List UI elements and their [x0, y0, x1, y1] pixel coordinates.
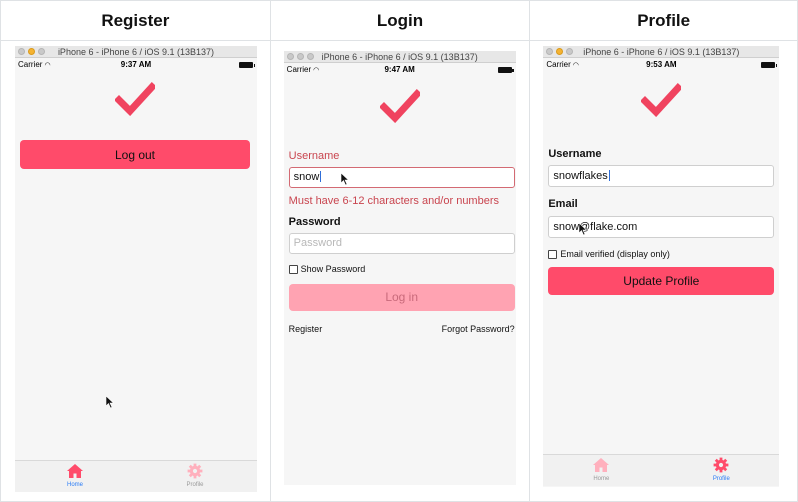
tab-home-label: Home [593, 476, 610, 482]
text-caret [320, 171, 322, 182]
battery-icon [239, 62, 255, 68]
simulator-profile: iPhone 6 - iPhone 6 / iOS 9.1 (13B137) C… [543, 46, 780, 487]
forgot-password-link[interactable]: Forgot Password? [442, 324, 515, 334]
window-titlebar: iPhone 6 - iPhone 6 / iOS 9.1 (13B137) [283, 51, 516, 63]
gear-icon [187, 463, 203, 479]
email-verified-label: Email verified (display only) [560, 249, 670, 259]
tab-profile-label: Profile [712, 476, 730, 482]
comparison-table: Register Login Profile iPhone 6 - iPhone… [0, 0, 798, 502]
home-icon [67, 464, 83, 478]
simulator-register: iPhone 6 - iPhone 6 / iOS 9.1 (13B137) C… [15, 46, 257, 492]
status-time: 9:37 AM [120, 60, 152, 69]
email-value: snow@flake.com [553, 221, 638, 233]
tab-profile-label: Profile [186, 482, 204, 488]
battery-icon [497, 67, 514, 73]
status-time: 9:47 AM [384, 65, 415, 74]
username-value: snowflakes [553, 170, 608, 182]
email-verified-checkbox [548, 250, 558, 259]
zoom-window-icon[interactable] [38, 48, 45, 55]
checkmark-logo-icon [640, 83, 684, 118]
show-password-checkbox[interactable] [288, 265, 298, 274]
status-bar: Carrier ◠ 9:47 AM [284, 63, 516, 77]
zoom-window-icon[interactable] [306, 53, 314, 60]
profile-cell: iPhone 6 - iPhone 6 / iOS 9.1 (13B137) C… [529, 40, 798, 502]
tab-bar: Home Profile [543, 454, 780, 486]
window-title: iPhone 6 - iPhone 6 / iOS 9.1 (13B137) [321, 52, 478, 62]
mouse-cursor-icon [106, 396, 114, 408]
home-icon [593, 458, 610, 472]
password-field[interactable]: Password [288, 233, 515, 254]
update-profile-button[interactable]: Update Profile [548, 267, 775, 295]
minimize-window-icon[interactable] [296, 53, 304, 60]
minimize-window-icon[interactable] [28, 48, 35, 55]
register-link[interactable]: Register [289, 324, 323, 334]
username-label: Username [288, 150, 340, 162]
window-title: iPhone 6 - iPhone 6 / iOS 9.1 (13B137) [583, 47, 740, 57]
gear-icon [713, 457, 729, 473]
status-bar: Carrier ◠ 9:53 AM [543, 58, 779, 72]
status-time: 9:53 AM [646, 60, 677, 69]
tab-bar: Home Profile [15, 460, 257, 492]
close-window-icon[interactable] [286, 53, 294, 60]
tab-home[interactable]: Home [571, 455, 631, 482]
mouse-cursor-icon [340, 173, 349, 185]
close-window-icon[interactable] [18, 48, 25, 55]
header-profile: Profile [529, 0, 798, 41]
minimize-window-icon[interactable] [556, 48, 564, 55]
battery-icon [761, 62, 778, 68]
tab-profile[interactable]: Profile [165, 461, 225, 488]
close-window-icon[interactable] [546, 48, 554, 55]
window-titlebar: iPhone 6 - iPhone 6 / iOS 9.1 (13B137) [543, 46, 780, 58]
header-login: Login [269, 0, 531, 41]
email-label: Email [548, 198, 578, 210]
window-title: iPhone 6 - iPhone 6 / iOS 9.1 (13B137) [57, 47, 215, 57]
login-button[interactable]: Log in [288, 284, 515, 311]
checkmark-logo-icon [114, 82, 157, 117]
mouse-cursor-icon [579, 223, 588, 235]
username-label: Username [548, 148, 602, 160]
simulator-login: iPhone 6 - iPhone 6 / iOS 9.1 (13B137) C… [283, 51, 516, 485]
zoom-window-icon[interactable] [566, 48, 574, 55]
tab-home[interactable]: Home [45, 461, 105, 488]
username-error-message: Must have 6-12 characters and/or numbers [288, 195, 499, 207]
username-field[interactable]: snowflakes [548, 165, 775, 187]
logout-button[interactable]: Log out [20, 140, 250, 169]
password-label: Password [288, 216, 341, 228]
header-register: Register [0, 0, 271, 41]
username-field[interactable]: snow [288, 167, 515, 188]
show-password-label: Show Password [300, 264, 366, 274]
text-caret [608, 170, 610, 181]
username-value: snow [293, 171, 320, 183]
window-titlebar: iPhone 6 - iPhone 6 / iOS 9.1 (13B137) [15, 46, 257, 58]
password-placeholder: Password [293, 237, 342, 249]
tab-home-label: Home [66, 482, 83, 488]
status-bar: Carrier ◠ 9:37 AM [15, 58, 257, 72]
checkmark-logo-icon [378, 89, 422, 124]
login-cell: iPhone 6 - iPhone 6 / iOS 9.1 (13B137) C… [269, 40, 531, 502]
register-cell: iPhone 6 - iPhone 6 / iOS 9.1 (13B137) C… [0, 40, 271, 502]
tab-profile[interactable]: Profile [691, 455, 751, 482]
